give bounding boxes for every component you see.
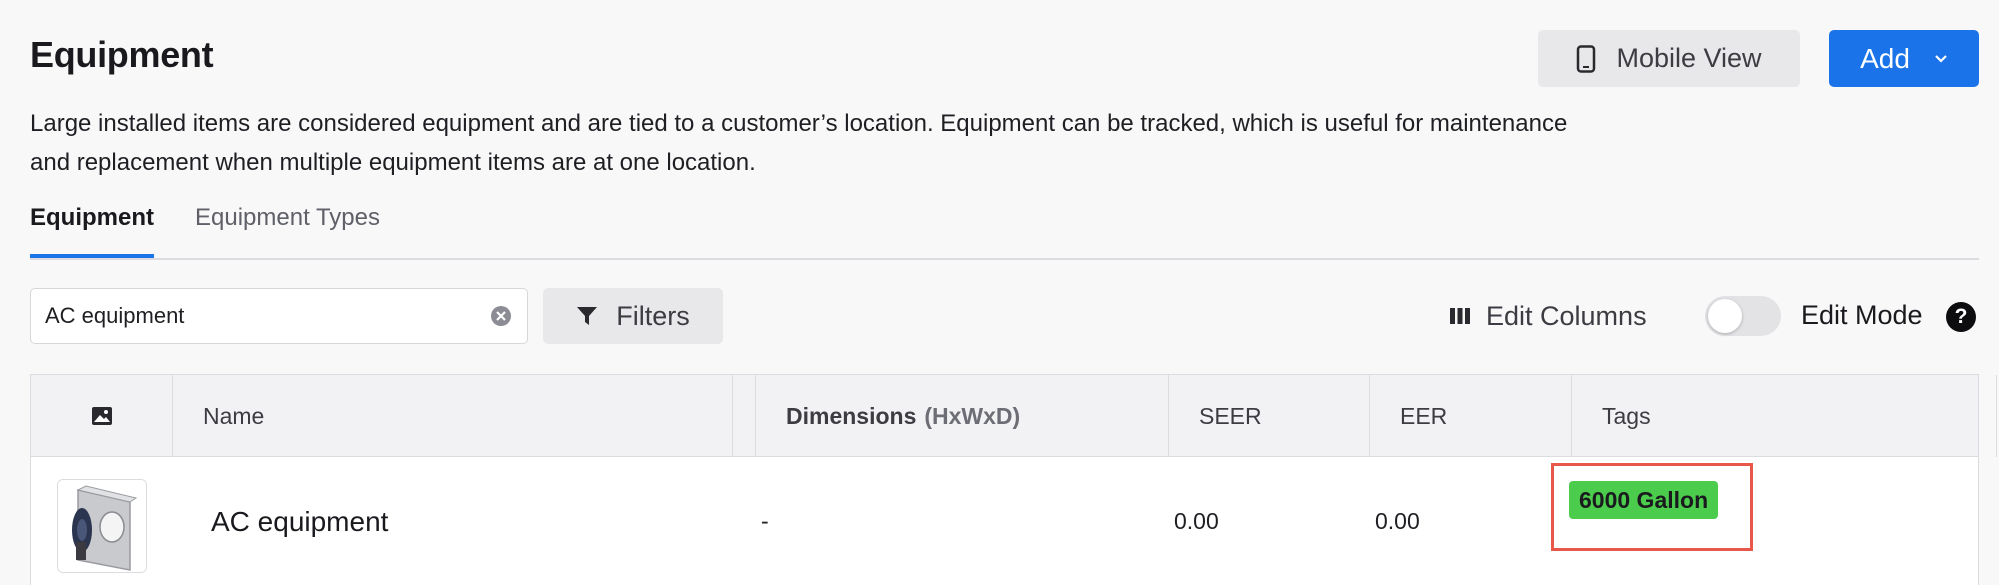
add-label: Add — [1860, 42, 1910, 74]
table-row[interactable]: AC equipment - 0.00 0.00 6000 Gallon — [31, 457, 1978, 585]
tab-bar: Equipment Equipment Types — [30, 196, 1979, 260]
dimensions-unit: (HxWxD) — [924, 402, 1021, 429]
column-header-image — [31, 375, 173, 457]
page-description: Large installed items are considered equ… — [30, 110, 1568, 176]
equipment-table: Name Dimensions (HxWxD) SEER EER Tags AC… — [30, 374, 1997, 585]
column-header-eer[interactable]: EER — [1370, 375, 1572, 457]
columns-icon — [1450, 308, 1470, 324]
equipment-page: Equipment Large installed items are cons… — [0, 0, 1999, 585]
column-resize-handle[interactable] — [733, 375, 756, 457]
search-field — [30, 288, 528, 344]
column-header-tags[interactable]: Tags — [1572, 375, 1997, 457]
mobile-view-button[interactable]: Mobile View — [1538, 30, 1800, 87]
filters-button[interactable]: Filters — [543, 288, 723, 344]
tab-equipment[interactable]: Equipment — [30, 204, 154, 258]
mobile-phone-icon — [1577, 44, 1596, 73]
edit-mode-label: Edit Mode — [1801, 300, 1923, 330]
equipment-dimensions: - — [761, 508, 769, 534]
help-icon[interactable]: ? — [1946, 302, 1976, 332]
column-header-dimensions[interactable]: Dimensions (HxWxD) — [756, 375, 1169, 457]
equipment-name[interactable]: AC equipment — [211, 457, 388, 585]
equipment-thumbnail — [57, 479, 147, 573]
add-button[interactable]: Add — [1829, 30, 1979, 87]
image-icon — [91, 407, 112, 425]
table-header: Name Dimensions (HxWxD) SEER EER Tags — [31, 375, 1997, 457]
toggle-knob — [1708, 299, 1742, 333]
filters-label: Filters — [616, 300, 690, 331]
edit-columns-button[interactable]: Edit Columns — [1450, 296, 1647, 336]
equipment-photo — [58, 480, 146, 572]
dimensions-label: Dimensions — [786, 402, 917, 429]
search-input[interactable] — [45, 303, 489, 329]
column-header-name[interactable]: Name — [173, 375, 733, 457]
equipment-eer: 0.00 — [1375, 508, 1420, 534]
equipment-seer: 0.00 — [1174, 508, 1219, 534]
mobile-view-label: Mobile View — [1616, 43, 1762, 73]
filter-icon — [577, 307, 598, 325]
clear-search-icon[interactable] — [489, 304, 513, 328]
chevron-down-icon — [1935, 54, 1947, 63]
column-header-seer[interactable]: SEER — [1169, 375, 1370, 457]
edit-mode-toggle[interactable] — [1705, 296, 1781, 336]
tab-equipment-types[interactable]: Equipment Types — [195, 204, 380, 232]
tag-badge[interactable]: 6000 Gallon — [1569, 481, 1719, 519]
edit-columns-label: Edit Columns — [1486, 300, 1647, 331]
page-title: Equipment — [30, 34, 214, 75]
